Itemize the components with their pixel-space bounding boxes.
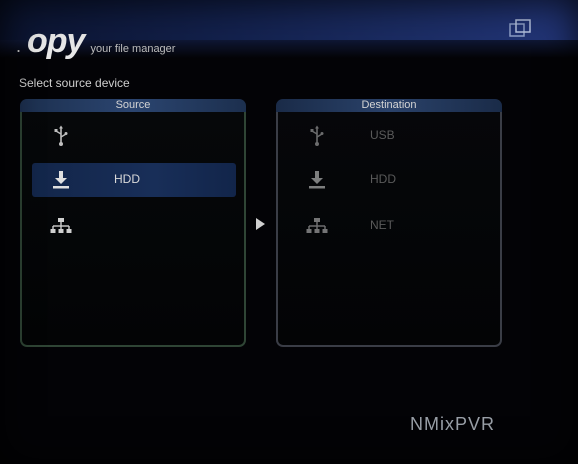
destination-item-label: USB [370,128,395,142]
source-item-usb[interactable] [32,119,236,153]
usb-icon [54,125,68,146]
logo-tagline: your file manager [90,43,176,55]
destination-panel: Destination USB HDD NET [276,99,502,347]
screen: . opy your file manager Select source de… [0,0,578,464]
network-icon [306,218,328,233]
source-item-net[interactable] [32,209,236,243]
destination-item-hdd[interactable]: HDD [288,163,492,197]
logo-word: opy [27,22,85,60]
corner-status-icon [509,19,531,37]
hdd-download-icon [309,171,325,189]
destination-item-label: HDD [370,172,396,186]
logo-dot-icon: . [16,36,22,56]
source-panel-title: Source [20,99,246,112]
arrow-right-icon [256,218,265,230]
usb-icon [310,125,324,146]
destination-panel-title: Destination [276,99,502,112]
brand-logo: NMixPVR [410,414,496,434]
destination-item-net[interactable]: NET [288,209,492,243]
hdd-download-icon [53,171,69,189]
source-item-label: HDD [114,172,140,186]
network-icon [50,218,72,233]
source-panel: Source HDD [20,99,246,347]
destination-item-label: NET [370,218,394,232]
destination-item-usb[interactable]: USB [288,119,492,153]
instruction-text: Select source device [19,76,130,90]
source-item-hdd[interactable]: HDD [32,163,236,197]
app-logo: . opy your file manager [16,22,176,60]
